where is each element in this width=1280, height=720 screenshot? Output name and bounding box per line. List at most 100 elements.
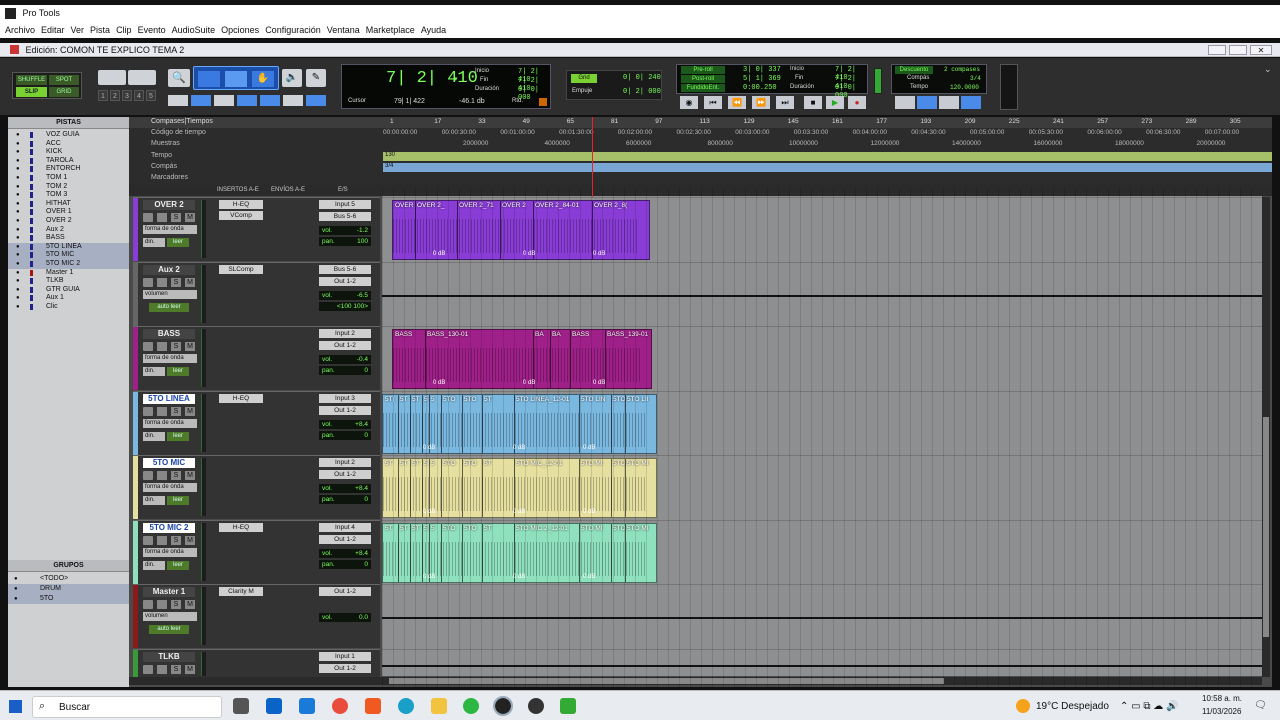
track-visible-dot[interactable]: ● xyxy=(16,226,20,235)
ruler-samples[interactable]: Muestras 2000000 4000000 6000000 8000000 100… xyxy=(129,139,1272,150)
track-input-selector[interactable]: Input 3 xyxy=(319,394,371,403)
track-visible-dot[interactable]: ● xyxy=(16,277,20,286)
track-list-item[interactable]: ● GTR GUIA xyxy=(8,286,129,295)
track-list-item[interactable]: ● 5TO MIC xyxy=(8,251,129,260)
track-list-item[interactable]: ● BASS xyxy=(8,234,129,243)
track-mute-button[interactable]: M xyxy=(185,278,195,287)
track-mute-button[interactable]: M xyxy=(185,665,195,674)
fade-in-value[interactable]: 0:00.250 xyxy=(743,84,777,92)
track-solo-button[interactable]: S xyxy=(171,471,181,480)
track-visible-dot[interactable]: ● xyxy=(16,183,20,192)
track-volume[interactable]: vol. +8.4 xyxy=(319,549,371,558)
play-icon[interactable]: ▶ xyxy=(826,96,844,109)
track-name[interactable]: BASS xyxy=(143,329,195,339)
clock-time[interactable]: 10:58 a. m. xyxy=(1202,694,1242,703)
scrubber-speaker-icon[interactable]: 🔈 xyxy=(282,69,302,87)
track-output-selector[interactable]: Out 1-2 xyxy=(319,341,371,350)
link-timeline-button[interactable] xyxy=(191,95,211,106)
minimize-button[interactable] xyxy=(1208,45,1226,55)
track-input-monitor-button[interactable] xyxy=(157,213,167,222)
track-output-selector[interactable]: Out 1-2 xyxy=(319,277,371,286)
insert-slot-2[interactable]: VComp xyxy=(219,211,263,220)
clip-name[interactable]: 5T xyxy=(484,460,492,467)
track-input-monitor-button[interactable] xyxy=(157,342,167,351)
track-pan[interactable]: pan. 100 xyxy=(319,237,371,246)
menu-item-10[interactable]: Marketplace xyxy=(366,25,415,35)
track-solo-button[interactable]: S xyxy=(171,278,181,287)
grid-label[interactable]: Grid xyxy=(571,74,597,83)
notifications-icon[interactable]: 🗨 xyxy=(1254,700,1267,711)
track-pan[interactable]: pan. 0 xyxy=(319,366,371,375)
menu-item-0[interactable]: Archivo xyxy=(5,25,35,35)
clip-region[interactable]: 5T 5T 5T 5 5 5TO 5TO 5T 5TO MIC 2_12-01 5TO MI 5TO… xyxy=(382,523,657,583)
horizontal-scroll-thumb[interactable] xyxy=(389,678,944,684)
track-visible-dot[interactable]: ● xyxy=(16,131,20,140)
capture-app-icon[interactable] xyxy=(528,698,544,714)
track-record-button[interactable] xyxy=(143,342,153,351)
postroll-label[interactable]: Post-roll xyxy=(681,75,725,83)
track-solo-button[interactable]: S xyxy=(171,213,181,222)
grabber-hand-icon[interactable]: ✋ xyxy=(252,71,274,87)
outlook-icon[interactable] xyxy=(299,698,315,714)
track-list-item[interactable]: ● VOZ GUIA xyxy=(8,131,129,140)
postroll-value[interactable]: 5| 1| 369 xyxy=(743,75,781,83)
vertical-scrollbar[interactable] xyxy=(1262,197,1270,677)
track-solo-button[interactable]: S xyxy=(171,600,181,609)
track-view-selector[interactable]: forma de onda xyxy=(143,419,197,428)
track-visible-dot[interactable]: ● xyxy=(16,208,20,217)
clip-region[interactable]: 5T(5T 5T 5 5 5TO 5TO 5T 5TO LINEA_12-01 5TO LIN 5… xyxy=(382,394,657,454)
clip-name[interactable]: 5TO xyxy=(443,525,456,532)
tempo-marker[interactable]: 130 xyxy=(385,152,395,158)
track-list-item[interactable]: ● HITHAT xyxy=(8,200,129,209)
horizontal-scrollbar[interactable] xyxy=(129,677,1262,685)
zoom-preset-4[interactable]: 4 xyxy=(134,90,144,101)
clip-region[interactable]: OVER OVER 2_ OVER 2_71 OVER 2 OVER 2_84-01 OV… xyxy=(392,200,650,260)
clip-name[interactable]: 5TO MIC 2_12-01 xyxy=(516,525,568,532)
track-name[interactable]: TLKB xyxy=(143,652,195,662)
clip-name[interactable]: 5 xyxy=(431,525,435,532)
toolbar-menu-icon[interactable]: ⌄ xyxy=(1264,64,1272,75)
track-list-item[interactable]: ● Clic xyxy=(8,303,129,312)
fast-forward-icon[interactable]: ⏩ xyxy=(752,96,770,109)
stop-icon[interactable]: ■ xyxy=(804,96,822,109)
track-volume[interactable]: vol. -0.4 xyxy=(319,355,371,364)
track-name[interactable]: 5TO MIC xyxy=(143,458,195,468)
countoff-bars[interactable]: 2 compases xyxy=(944,66,980,73)
track-visible-dot[interactable]: ● xyxy=(16,217,20,226)
track-input-selector[interactable]: Input 4 xyxy=(319,523,371,532)
metronome-icon[interactable] xyxy=(917,96,937,109)
track-name[interactable]: 5TO LINEA xyxy=(143,394,195,404)
spot-mode-button[interactable]: SPOT xyxy=(49,75,79,85)
zoom-preset-3[interactable]: 3 xyxy=(122,90,132,101)
track-name[interactable]: 5TO MIC 2 xyxy=(143,523,195,533)
track-list-item[interactable]: ● Aux 1 xyxy=(8,294,129,303)
nudge-value[interactable]: 0| 2| 000 xyxy=(623,88,661,96)
clip-name[interactable]: 5TO xyxy=(443,460,456,467)
clip-region[interactable]: 5T 5T 5T 5 5 5TO 5TO 5T 5TO MIC_12-01 5TO MI 5TO 5T… xyxy=(382,458,657,518)
track-solo-button[interactable]: S xyxy=(171,665,181,674)
track-automation-mode[interactable]: auto leer xyxy=(149,625,189,634)
track-input-selector[interactable]: Input 5 xyxy=(319,200,371,209)
track-volume[interactable]: vol. -6.5 xyxy=(319,291,371,300)
menu-item-6[interactable]: AudioSuite xyxy=(172,25,216,35)
track-list-item[interactable]: ● 5TO LINEA xyxy=(8,242,129,252)
track-view-selector[interactable]: forma de onda xyxy=(143,225,197,234)
rtd-indicator[interactable]: Rtd. xyxy=(512,98,523,104)
track-pan[interactable]: <100 100> xyxy=(319,302,371,311)
meter-marker[interactable]: 3/4 xyxy=(385,163,393,169)
main-counter-dropdown-icon[interactable]: ▾ xyxy=(454,75,458,83)
clip-name[interactable]: 5T xyxy=(385,525,393,532)
clip-name[interactable]: 5 xyxy=(431,396,435,403)
track-input-selector[interactable]: Bus 5-6 xyxy=(319,265,371,274)
zoomer-tool[interactable]: 🔍 xyxy=(168,69,190,87)
go-to-end-icon[interactable]: ⏭ xyxy=(776,96,794,109)
zoom-out-horizontal-button[interactable] xyxy=(98,70,126,85)
track-view-selector[interactable]: volumen xyxy=(143,612,197,621)
track-input-selector[interactable]: Out 1-2 xyxy=(319,587,371,596)
track-view-selector[interactable]: forma de onda xyxy=(143,548,197,557)
track-visible-dot[interactable]: ● xyxy=(16,165,20,174)
selector-tool[interactable] xyxy=(225,71,247,87)
track-automation-mode[interactable]: leer xyxy=(167,496,189,505)
track-mute-button[interactable]: M xyxy=(185,471,195,480)
track-visible-dot[interactable]: ● xyxy=(16,140,20,149)
